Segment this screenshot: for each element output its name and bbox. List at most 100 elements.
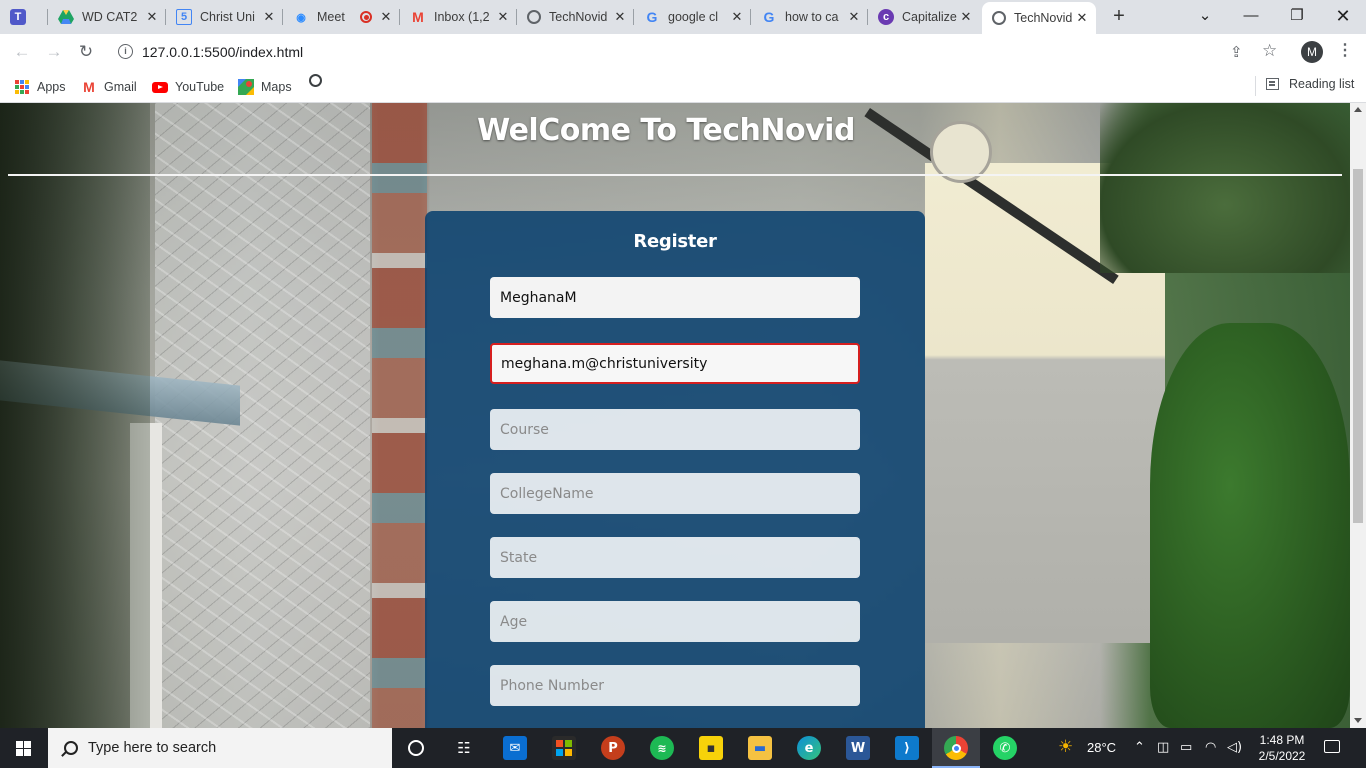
college-name-input[interactable] [490,473,860,514]
store-icon[interactable] [552,736,576,760]
google-drive-icon [58,9,74,25]
site-info-icon[interactable]: i [118,44,133,59]
close-tab-icon[interactable]: ✕ [958,9,974,25]
tab-google-search[interactable]: G google cl ✕ [634,0,751,34]
close-tab-icon[interactable]: ✕ [729,9,745,25]
tray-chevron-up-icon[interactable]: ⌃ [1134,740,1145,755]
globe-bookmark-icon[interactable] [309,74,322,87]
address-bar[interactable]: i 127.0.0.1:5500/index.html [108,38,1292,66]
tab-search-chevron-icon[interactable]: ⌄ [1182,0,1228,34]
tab-meet[interactable]: ◉ Meet ✕ [283,0,400,34]
close-window-button[interactable]: ✕ [1320,0,1366,34]
page-viewport: WelCome To TechNovid Register [0,103,1350,728]
edge-icon[interactable]: e [797,736,821,760]
bookmarks-bar: Apps M Gmail YouTube Maps Reading list [0,70,1366,103]
wifi-icon[interactable]: ◠ [1205,740,1216,755]
close-tab-icon[interactable]: ✕ [378,9,394,25]
share-icon[interactable]: ⇪ [1230,43,1243,61]
google-icon: G [646,9,658,25]
youtube-icon [152,79,168,95]
recording-icon [360,11,372,23]
browser-toolbar: ← → ↻ i 127.0.0.1:5500/index.html ⇪ ☆ M … [0,34,1366,70]
system-clock[interactable]: 1:48 PM 2/5/2022 [1250,732,1314,764]
title-divider [8,174,1342,176]
form-heading: Register [633,231,717,252]
tab-technovid-active[interactable]: TechNovid ✕ [982,2,1096,34]
teams-icon: T [10,9,26,25]
cortana-icon[interactable] [404,736,428,760]
google-icon: G [763,9,775,25]
sticky-notes-icon[interactable]: ▪ [699,736,723,760]
bookmark-maps[interactable]: Maps [238,77,292,97]
gmail-icon: M [412,9,424,25]
capitalize-icon: c [878,9,894,25]
bookmark-gmail[interactable]: M Gmail [81,77,137,97]
close-tab-icon[interactable]: ✕ [495,9,511,25]
meet-now-icon[interactable]: ◫ [1157,740,1169,755]
reload-button[interactable]: ↻ [74,40,98,64]
tab-how-to[interactable]: G how to ca ✕ [751,0,868,34]
whatsapp-icon[interactable]: ✆ [993,736,1017,760]
close-tab-icon[interactable]: ✕ [144,9,160,25]
apps-grid-icon [14,79,30,95]
profile-avatar[interactable]: M [1301,41,1323,63]
age-input[interactable] [490,601,860,642]
bookmark-star-icon[interactable]: ☆ [1262,41,1277,61]
globe-icon [527,10,541,24]
vscode-icon[interactable]: ⟩ [895,736,919,760]
clock-date: 2/5/2022 [1258,749,1306,763]
weather-temperature[interactable]: 28°C [1087,740,1116,755]
taskbar-search[interactable]: Type here to search [48,728,392,768]
meet-icon: ◉ [296,11,306,24]
register-form: Register [425,211,925,728]
globe-icon [992,11,1006,25]
start-button[interactable] [0,728,48,768]
minimize-button[interactable]: — [1228,0,1274,34]
name-input[interactable] [490,277,860,318]
spotify-icon[interactable]: ≋ [650,736,674,760]
page-scrollbar[interactable] [1350,103,1366,728]
weather-sun-icon: ☀ [1058,737,1074,757]
close-tab-icon[interactable]: ✕ [846,9,862,25]
close-tab-icon[interactable]: ✕ [612,9,628,25]
forward-button[interactable]: → [42,40,66,64]
battery-icon[interactable]: ▭ [1180,740,1192,755]
word-icon[interactable]: W [846,736,870,760]
back-button[interactable]: ← [10,40,34,64]
restore-button[interactable]: ❐ [1274,0,1320,34]
tab-capitalize[interactable]: c Capitalize ✕ [868,0,980,34]
scroll-up-arrow-icon[interactable] [1354,107,1362,112]
reading-list-icon [1266,78,1279,90]
tab-teams[interactable]: T [0,0,48,34]
notification-center-icon[interactable] [1324,740,1340,753]
maps-icon [238,79,254,95]
url-text: 127.0.0.1:5500/index.html [142,44,304,60]
email-input[interactable] [490,343,860,384]
calendar-5-icon: 5 [176,9,192,25]
chrome-icon [944,736,968,760]
powerpoint-icon[interactable]: P [601,736,625,760]
close-tab-icon[interactable]: ✕ [1074,10,1090,26]
kebab-menu-icon[interactable]: ⋮ [1337,40,1353,60]
course-input[interactable] [490,409,860,450]
reading-list-button[interactable]: Reading list [1266,77,1354,91]
scroll-thumb[interactable] [1353,169,1363,523]
scroll-down-arrow-icon[interactable] [1354,718,1362,723]
phone-number-input[interactable] [490,665,860,706]
bookmark-apps[interactable]: Apps [14,77,66,97]
close-tab-icon[interactable]: ✕ [261,9,277,25]
volume-icon[interactable]: ◁) [1227,740,1242,755]
windows-taskbar: Type here to search ☷ ✉ P ≋ ▪ ▬ e W ⟩ ✆ … [0,728,1366,768]
new-tab-button[interactable]: + [1107,5,1131,29]
task-view-icon[interactable]: ☷ [452,736,476,760]
file-explorer-icon[interactable]: ▬ [748,736,772,760]
tab-inbox[interactable]: M Inbox (1,2 ✕ [400,0,517,34]
bookmark-youtube[interactable]: YouTube [152,77,224,97]
mail-icon[interactable]: ✉ [503,736,527,760]
tab-christ-uni[interactable]: 5 Christ Uni ✕ [166,0,283,34]
tab-wd-cat2[interactable]: WD CAT2 ✕ [48,0,166,34]
taskbar-active-app[interactable] [932,728,980,768]
search-icon [64,741,78,755]
tab-technovid[interactable]: TechNovid ✕ [517,0,634,34]
state-input[interactable] [490,537,860,578]
